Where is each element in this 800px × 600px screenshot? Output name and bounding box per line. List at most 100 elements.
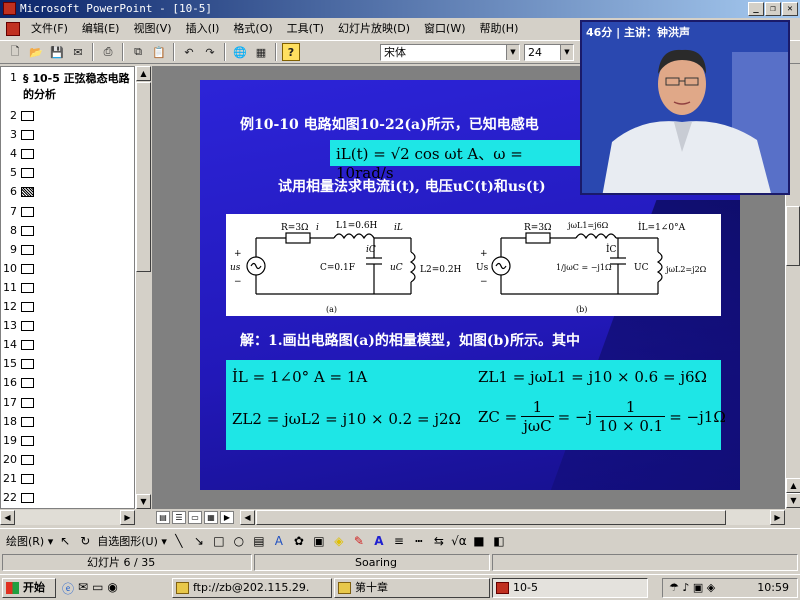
outline-slide-14[interactable]: 14 (1, 338, 134, 357)
previous-slide-icon[interactable]: ▲ (786, 478, 800, 493)
new-file-icon[interactable]: 🗋 (6, 43, 24, 61)
outline-slide-16[interactable]: 16 (1, 376, 134, 395)
minimize-button[interactable]: _ (748, 2, 764, 16)
restore-button[interactable]: ❐ (765, 2, 781, 16)
outline-pane[interactable]: 1 § 10-5 正弦稳态电路的分析 2 3 4 5 6 7 8 9 10 11 12 13 14 15 1… (0, 66, 135, 509)
menu-tools[interactable]: 工具(T) (280, 18, 331, 40)
menu-edit[interactable]: 编辑(E) (75, 18, 127, 40)
browser-icon[interactable]: ⓔ (62, 580, 74, 597)
scroll-right-icon[interactable]: ▶ (120, 510, 135, 525)
menu-slideshow[interactable]: 幻灯片放映(D) (331, 18, 417, 40)
font-size-select[interactable]: 24 ▼ (524, 44, 574, 61)
shadow-icon[interactable]: ■ (471, 534, 487, 548)
scroll-thumb[interactable] (786, 206, 800, 266)
scroll-down-icon[interactable]: ▼ (136, 494, 151, 509)
outline-slide-21[interactable]: 21 (1, 472, 134, 491)
outline-slide-4[interactable]: 4 (1, 147, 134, 166)
line-color-icon[interactable]: ✎ (351, 534, 367, 548)
outline-slide-1[interactable]: 1 § 10-5 正弦稳态电路的分析 (1, 71, 134, 107)
equation-icon[interactable]: √α (451, 534, 467, 548)
outline-slide-10[interactable]: 10 (1, 262, 134, 281)
chevron-down-icon[interactable]: ▼ (560, 45, 573, 60)
powerpoint-app-icon[interactable] (3, 2, 16, 15)
help-icon[interactable]: ? (282, 43, 300, 61)
menu-help[interactable]: 帮助(H) (473, 18, 526, 40)
save-icon[interactable]: 💾 (48, 43, 66, 61)
menu-insert[interactable]: 插入(I) (179, 18, 227, 40)
outline-slide-13[interactable]: 13 (1, 319, 134, 338)
clipart-icon[interactable]: ✿ (291, 534, 307, 548)
document-icon[interactable] (6, 22, 20, 36)
menu-window[interactable]: 窗口(W) (417, 18, 472, 40)
menu-format[interactable]: 格式(O) (226, 18, 279, 40)
outline-view-icon[interactable]: ☰ (172, 511, 186, 524)
line-tool-icon[interactable]: ╲ (171, 534, 187, 548)
font-name-select[interactable]: 宋体 ▼ (380, 44, 520, 61)
print-icon[interactable]: ⎙ (99, 43, 117, 61)
slide-view-icon[interactable]: ▭ (188, 511, 202, 524)
outline-slide-6[interactable]: 6 (1, 185, 134, 204)
start-button[interactable]: 开始 (2, 578, 56, 598)
menu-file[interactable]: 文件(F) (24, 18, 75, 40)
line-style-icon[interactable]: ≡ (391, 534, 407, 548)
outline-slide-5[interactable]: 5 (1, 166, 134, 185)
slide-sorter-icon[interactable]: ▦ (204, 511, 218, 524)
outline-slide-9[interactable]: 9 (1, 243, 134, 262)
tray-icons[interactable]: ☂ ♪ ▣ ◈ (669, 579, 715, 597)
next-slide-icon[interactable]: ▼ (786, 493, 800, 508)
arrow-tool-icon[interactable]: ↘ (191, 534, 207, 548)
autoshapes-menu-button[interactable]: 自选图形(U) ▾ (97, 533, 167, 549)
outline-slide-12[interactable]: 12 (1, 300, 134, 319)
normal-view-icon[interactable]: ▤ (156, 511, 170, 524)
open-folder-icon[interactable]: 📂 (27, 43, 45, 61)
insert-picture-icon[interactable]: ▣ (311, 534, 327, 548)
undo-icon[interactable]: ↶ (180, 43, 198, 61)
media-icon[interactable]: ◉ (107, 580, 117, 597)
mail-icon[interactable]: ✉ (69, 43, 87, 61)
scroll-left-icon[interactable]: ◀ (240, 510, 255, 525)
menu-view[interactable]: 视图(V) (126, 18, 178, 40)
outline-slide-17[interactable]: 17 (1, 396, 134, 415)
outline-slide-18[interactable]: 18 (1, 415, 134, 434)
arrow-style-icon[interactable]: ⇆ (431, 534, 447, 548)
outline-slide-2[interactable]: 2 (1, 109, 134, 128)
outline-slide-20[interactable]: 20 (1, 453, 134, 472)
free-rotate-icon[interactable]: ↻ (77, 534, 93, 548)
outline-slide-3[interactable]: 3 (1, 128, 134, 147)
outline-slide-19[interactable]: 19 (1, 434, 134, 453)
slide-horizontal-scrollbar[interactable]: ◀ ▶ (240, 510, 785, 525)
oval-tool-icon[interactable]: ○ (231, 534, 247, 548)
taskbar-ftp-window[interactable]: ftp://zb@202.115.29. (172, 578, 332, 598)
select-arrow-icon[interactable]: ↖ (57, 534, 73, 548)
table-icon[interactable]: ▦ (252, 43, 270, 61)
slideshow-icon[interactable]: ▶ (220, 511, 234, 524)
taskbar-powerpoint-window[interactable]: 10-5 (492, 578, 648, 598)
wordart-icon[interactable]: A (271, 534, 287, 548)
3d-icon[interactable]: ◧ (491, 534, 507, 548)
outline-scrollbar[interactable]: ▲ ▼ (135, 66, 151, 509)
hyperlink-icon[interactable]: 🌐 (231, 43, 249, 61)
outline-slide-7[interactable]: 7 (1, 205, 134, 224)
outline-slide-11[interactable]: 11 (1, 281, 134, 300)
scroll-right-icon[interactable]: ▶ (770, 510, 785, 525)
scroll-left-icon[interactable]: ◀ (0, 510, 15, 525)
redo-icon[interactable]: ↷ (201, 43, 219, 61)
fill-color-icon[interactable]: ◈ (331, 534, 347, 548)
paste-icon[interactable]: 📋 (150, 43, 168, 61)
copy-icon[interactable]: ⧉ (129, 43, 147, 61)
outlook-icon[interactable]: ✉ (78, 580, 88, 597)
show-desktop-icon[interactable]: ▭ (92, 580, 103, 597)
scroll-up-icon[interactable]: ▲ (136, 66, 151, 81)
outline-slide-22[interactable]: 22 (1, 491, 134, 508)
outline-slide-15[interactable]: 15 (1, 357, 134, 376)
outline-slide-8[interactable]: 8 (1, 224, 134, 243)
scroll-thumb[interactable] (136, 82, 151, 272)
taskbar-chapter-folder[interactable]: 第十章 (334, 578, 490, 598)
textbox-tool-icon[interactable]: ▤ (251, 534, 267, 548)
dash-style-icon[interactable]: ┅ (411, 534, 427, 548)
rectangle-tool-icon[interactable]: □ (211, 534, 227, 548)
draw-menu-button[interactable]: 绘图(R) ▾ (6, 533, 53, 549)
outline-horizontal-scrollbar[interactable]: ◀ ▶ (0, 510, 135, 525)
font-color-icon[interactable]: A (371, 534, 387, 548)
chevron-down-icon[interactable]: ▼ (506, 45, 519, 60)
